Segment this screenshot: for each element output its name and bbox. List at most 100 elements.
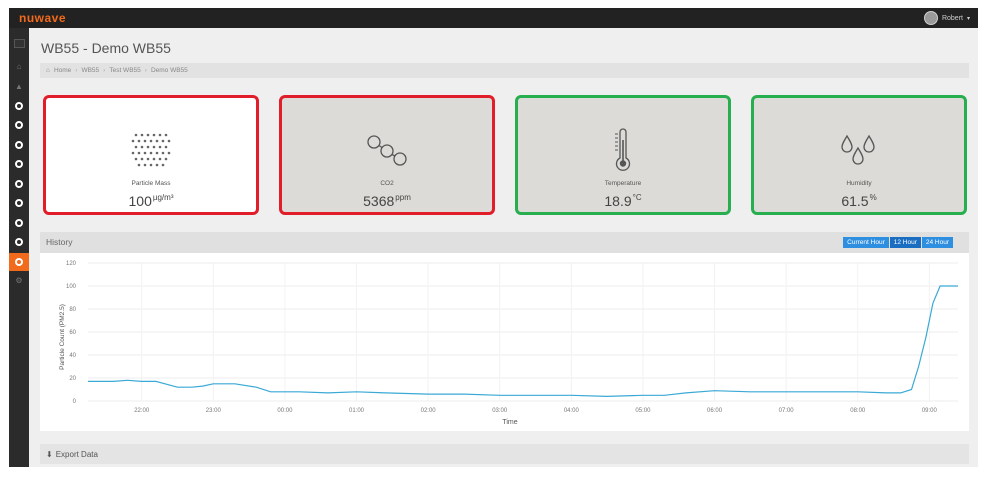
value-unit: µg/m³ (152, 193, 174, 202)
y-tick-label: 60 (69, 330, 76, 336)
y-tick-label: 40 (69, 353, 76, 359)
card-label: CO2 (380, 180, 394, 187)
export-data-label[interactable]: Export Data (56, 450, 98, 459)
sidebar-item-device-7[interactable] (9, 214, 29, 232)
humidity-card[interactable]: Humidity 61.5% (751, 95, 967, 215)
chevron-down-icon[interactable]: ▾ (967, 15, 970, 22)
sidebar: ⌂ ▲ ⚙ (9, 28, 29, 467)
sidebar-item-device-2[interactable] (9, 116, 29, 134)
home-icon: ⌂ (46, 67, 50, 74)
circle-icon (15, 258, 23, 266)
12-hour-button[interactable]: 12 Hour (889, 237, 921, 248)
card-label: Humidity (846, 180, 872, 187)
temperature-card[interactable]: Temperature 18.9°C (515, 95, 731, 215)
x-axis-label: Time (502, 419, 517, 426)
circle-icon (15, 238, 23, 246)
breadcrumb-current: Demo WB55 (150, 67, 188, 74)
card-value: 18.9°C (518, 193, 728, 209)
x-tick-label: 22:00 (134, 408, 150, 414)
particle-mass-card[interactable]: Particle Mass 100µg/m³ (43, 95, 259, 215)
user-name[interactable]: Robert (942, 15, 963, 22)
x-tick-label: 00:00 (277, 408, 293, 414)
value-unit: ppm (395, 193, 411, 202)
sidebar-item-device-4[interactable] (9, 155, 29, 173)
download-icon: ⬇ (46, 449, 53, 459)
sidebar-item-device-1[interactable] (9, 97, 29, 115)
breadcrumb-separator: › (144, 67, 147, 74)
x-tick-label: 03:00 (492, 408, 508, 414)
history-chart-panel: 0 20 40 60 80 100 120 22:00 23:00 00:00 01:00 02:00… (40, 253, 969, 431)
brand-logo[interactable]: nuwave (19, 11, 66, 25)
export-data-bar[interactable]: ⬇ Export Data (40, 444, 969, 464)
sidebar-item-device-3[interactable] (9, 136, 29, 154)
building-icon: ▲ (15, 82, 23, 91)
history-header: History Current Hour 12 Hour 24 Hour (40, 232, 969, 253)
sidebar-item-device-6[interactable] (9, 194, 29, 212)
app-window: nuwave Robert ▾ ⌂ ▲ ⚙ WB55 - Demo WB55 ⌂… (9, 8, 978, 467)
menu-icon (13, 38, 25, 48)
24-hour-button[interactable]: 24 Hour (921, 237, 953, 248)
page-title: WB55 - Demo WB55 (41, 40, 171, 56)
particles-icon (46, 130, 256, 170)
circle-icon (15, 219, 23, 227)
breadcrumb-separator: › (103, 67, 106, 74)
sidebar-item-device-active[interactable] (9, 253, 29, 271)
sidebar-item-device-5[interactable] (9, 175, 29, 193)
gear-icon: ⚙ (15, 276, 23, 285)
droplets-icon (754, 130, 964, 170)
y-tick-label: 100 (66, 284, 77, 290)
card-label: Particle Mass (131, 180, 171, 187)
card-value: 5368ppm (282, 193, 492, 209)
avatar[interactable] (923, 11, 938, 25)
value-unit: % (869, 193, 877, 202)
molecule-icon (282, 130, 492, 170)
circle-icon (15, 199, 23, 207)
sidebar-item-home[interactable]: ⌂ (9, 58, 29, 76)
x-tick-label: 09:00 (922, 408, 938, 414)
circle-icon (15, 180, 23, 188)
sidebar-item-device-8[interactable] (9, 233, 29, 251)
x-tick-label: 23:00 (206, 408, 222, 414)
x-tick-label: 05:00 (635, 408, 651, 414)
current-hour-button[interactable]: Current Hour (843, 237, 889, 248)
breadcrumb-group[interactable]: Test WB55 (109, 67, 140, 74)
history-title: History (46, 237, 73, 247)
sidebar-item-settings[interactable]: ⚙ (9, 272, 29, 290)
card-value: 100µg/m³ (46, 193, 256, 209)
x-tick-label: 04:00 (564, 408, 580, 414)
value-number: 100 (128, 193, 152, 209)
x-tick-label: 01:00 (349, 408, 365, 414)
y-axis-label: Particle Count (PM2.5) (59, 304, 66, 370)
sidebar-item-site[interactable]: ▲ (9, 78, 29, 96)
time-range-selector: Current Hour 12 Hour 24 Hour (843, 237, 953, 248)
breadcrumb-site[interactable]: WB55 (81, 67, 99, 74)
y-tick-label: 80 (69, 307, 76, 313)
breadcrumb: ⌂ Home › WB55 › Test WB55 › Demo WB55 (40, 63, 969, 78)
circle-icon (15, 102, 23, 110)
x-tick-label: 07:00 (779, 408, 795, 414)
x-tick-label: 06:00 (707, 408, 723, 414)
thermometer-icon (518, 128, 728, 171)
series-line (88, 285, 958, 398)
value-number: 18.9 (604, 193, 632, 209)
circle-icon (15, 141, 23, 149)
value-number: 5368 (363, 193, 395, 209)
co2-card[interactable]: CO2 5368ppm (279, 95, 495, 215)
breadcrumb-separator: › (75, 67, 78, 74)
user-menu[interactable]: Robert ▾ (923, 10, 970, 26)
menu-toggle-button[interactable] (9, 34, 29, 52)
card-label: Temperature (604, 180, 642, 187)
top-bar: nuwave Robert ▾ (9, 8, 978, 28)
history-chart[interactable]: 0 20 40 60 80 100 120 22:00 23:00 00:00 01:00 02:00… (40, 253, 969, 431)
circle-icon (15, 121, 23, 129)
home-icon: ⌂ (16, 62, 22, 71)
value-unit: °C (632, 193, 642, 202)
x-tick-label: 08:00 (850, 408, 866, 414)
y-tick-label: 120 (66, 261, 77, 267)
value-number: 61.5 (841, 193, 869, 209)
x-tick-label: 02:00 (421, 408, 437, 414)
circle-icon (15, 160, 23, 168)
y-tick-label: 0 (73, 399, 77, 405)
breadcrumb-home[interactable]: Home (54, 67, 71, 74)
main-content: WB55 - Demo WB55 ⌂ Home › WB55 › Test WB… (29, 28, 978, 467)
